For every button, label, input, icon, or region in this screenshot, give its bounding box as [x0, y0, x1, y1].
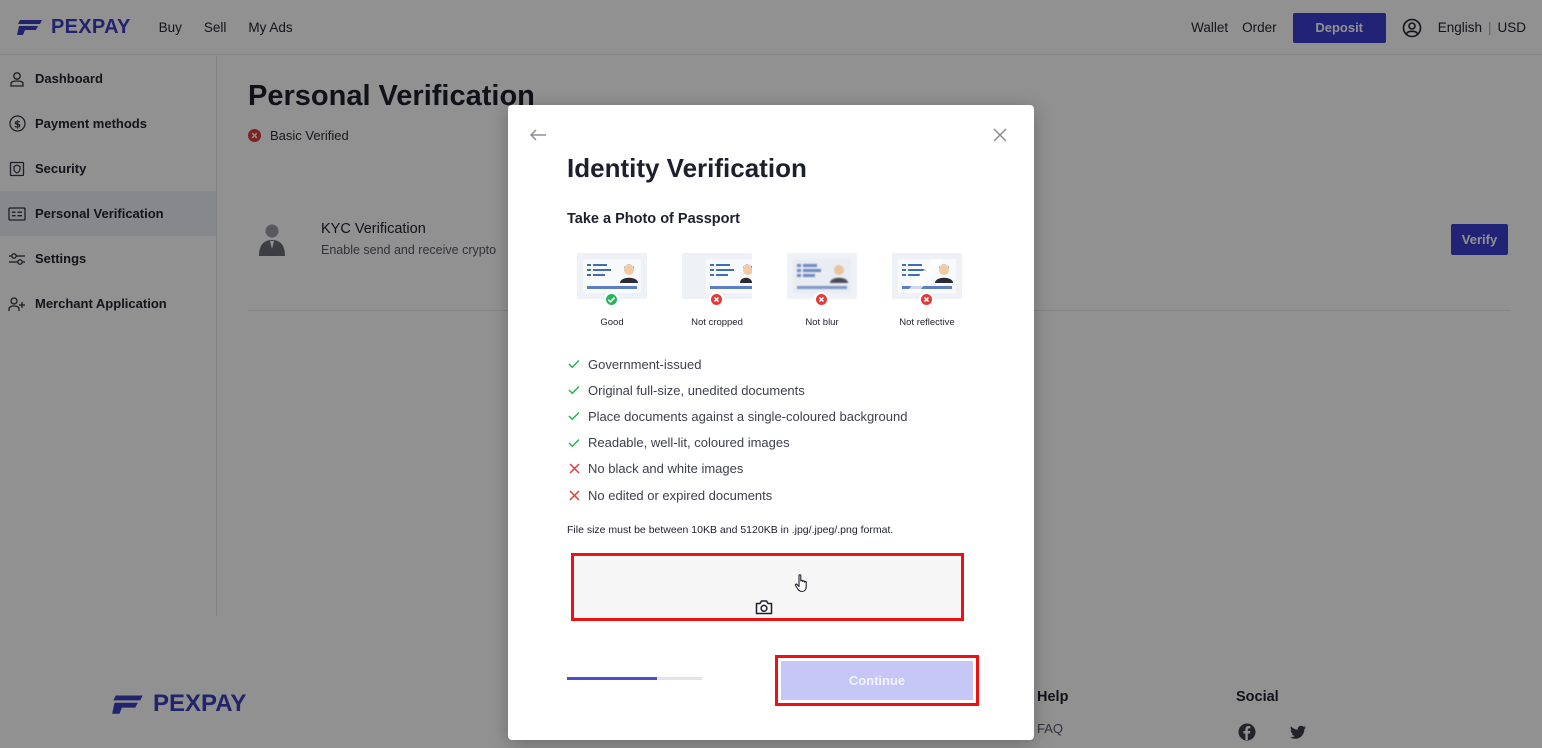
example-not-reflective: Not reflective: [882, 251, 972, 331]
example-not-blur: Not blur: [777, 251, 867, 331]
document-requirements: Government-issued Original full-size, un…: [567, 351, 907, 508]
step-progress-fill: [567, 677, 658, 680]
x-circle-icon: [919, 292, 934, 307]
check-circle-icon: [604, 292, 619, 307]
check-icon: [567, 436, 581, 450]
continue-button[interactable]: Continue: [781, 661, 973, 700]
file-size-note: File size must be between 10KB and 5120K…: [567, 524, 894, 536]
requirement-text: No edited or expired documents: [588, 487, 773, 503]
check-icon: [567, 383, 581, 397]
requirement-item: Place documents against a single-coloure…: [567, 403, 907, 429]
close-icon[interactable]: [992, 127, 1008, 143]
example-label: Not blur: [805, 317, 839, 328]
example-not-cropped: Not cropped: [672, 251, 762, 331]
cross-icon: [567, 488, 581, 502]
check-icon: [567, 357, 581, 371]
requirement-text: Government-issued: [588, 356, 702, 372]
example-label: Not reflective: [899, 317, 955, 328]
example-good: Good: [567, 251, 657, 331]
identity-verification-modal: Identity Verification Take a Photo of Pa…: [508, 105, 1034, 740]
camera-icon: [755, 600, 773, 615]
x-circle-icon: [709, 292, 724, 307]
modal-title: Identity Verification: [567, 153, 807, 183]
arrow-left-icon[interactable]: [528, 127, 548, 143]
check-icon: [567, 409, 581, 423]
example-label: Good: [600, 317, 624, 328]
requirement-text: Readable, well-lit, coloured images: [588, 435, 790, 451]
hand-cursor-icon: [794, 574, 807, 593]
step-progress-bar: [567, 677, 702, 680]
requirement-text: No black and white images: [588, 461, 744, 477]
requirement-item: Readable, well-lit, coloured images: [567, 430, 907, 456]
requirement-item: Original full-size, unedited documents: [567, 377, 907, 403]
continue-highlight: Continue: [775, 655, 979, 706]
photo-upload-area[interactable]: [571, 553, 964, 621]
example-label: Not cropped: [691, 317, 743, 328]
requirement-item: No black and white images: [567, 456, 907, 482]
requirement-item: Government-issued: [567, 351, 907, 377]
requirement-text: Place documents against a single-coloure…: [588, 408, 908, 424]
x-circle-icon: [814, 292, 829, 307]
cross-icon: [567, 462, 581, 476]
requirement-text: Original full-size, unedited documents: [588, 382, 805, 398]
photo-examples: Good Not cropped Not blur Not reflective: [567, 251, 987, 331]
requirement-item: No edited or expired documents: [567, 482, 907, 508]
modal-subtitle: Take a Photo of Passport: [567, 211, 740, 227]
